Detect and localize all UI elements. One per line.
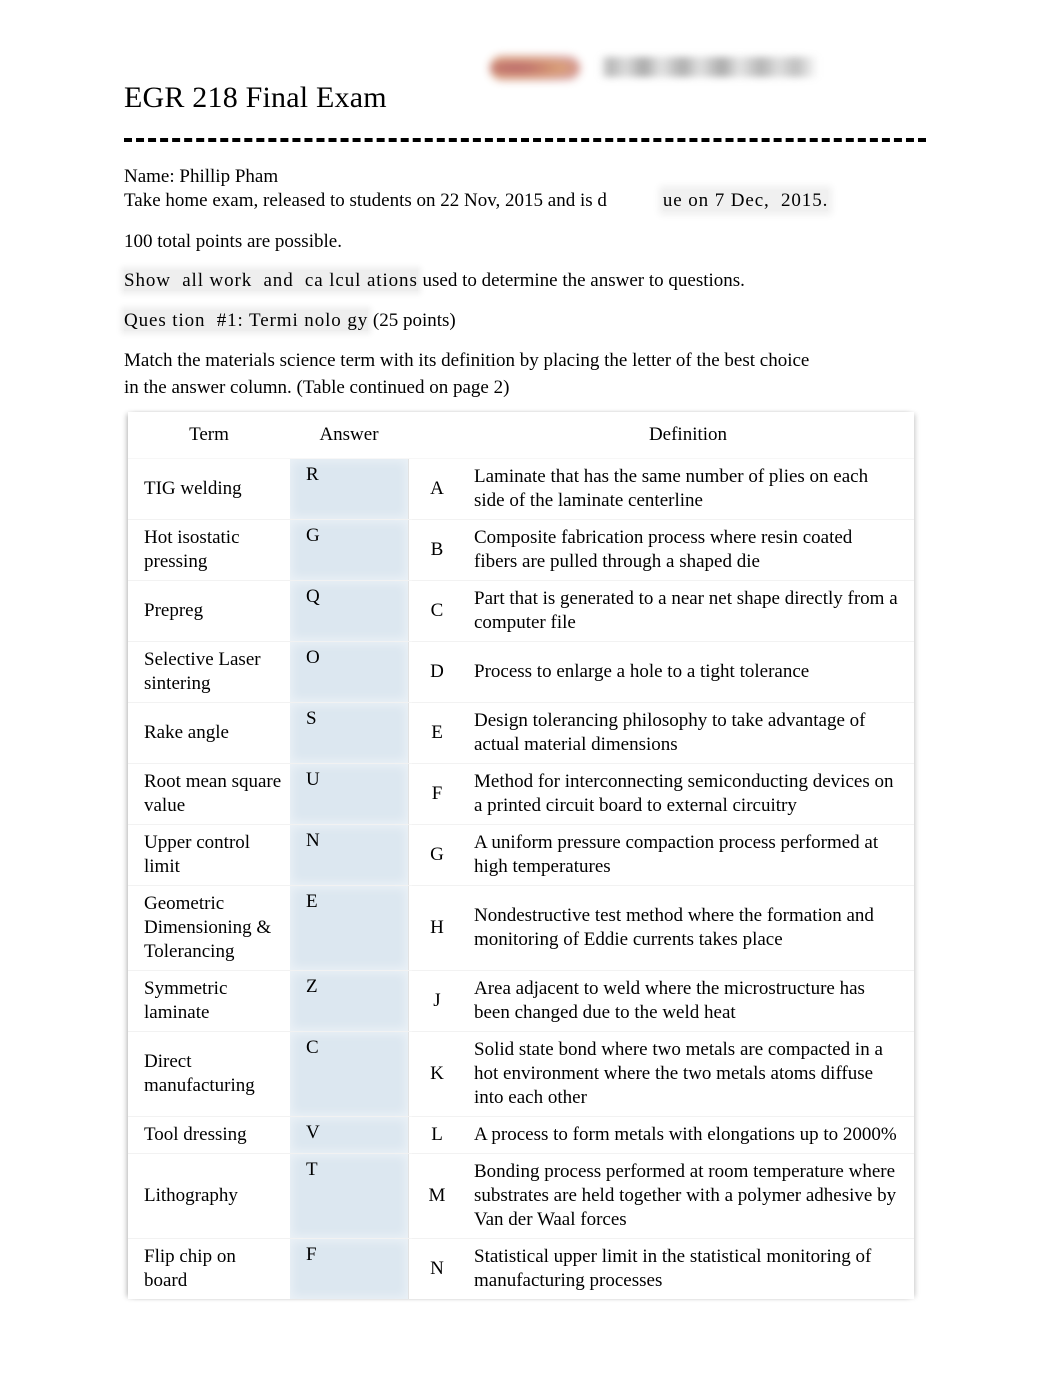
- table-row: Direct manufacturing C K Solid state bond w…: [128, 1031, 914, 1117]
- definition-cell: A uniform pressure compaction process pe…: [462, 824, 914, 886]
- due-date-text: ue on 7 Dec, 2015.: [662, 190, 829, 211]
- table-row: Selective Laser sintering O D Process to en…: [128, 641, 914, 703]
- take-home-line: Take home exam, released to students on …: [124, 188, 829, 214]
- definition-letter: M: [412, 1153, 462, 1239]
- definition-cell: A process to form metals with elongation…: [462, 1116, 914, 1154]
- take-home-text-first: Take home exam, released to students on …: [124, 190, 607, 211]
- term-cell: Geometric Dimensioning & Tolerancing: [128, 885, 290, 971]
- definition-cell: Part that is generated to a near net sha…: [462, 580, 914, 642]
- question-heading-points: (25 points): [368, 310, 456, 331]
- organization-logo: [490, 48, 825, 92]
- answer-cell[interactable]: T: [290, 1153, 408, 1239]
- column-header-letter: [412, 412, 462, 459]
- instructions-paragraph: Match the materials science term with it…: [124, 350, 810, 398]
- answer-cell[interactable]: O: [290, 641, 408, 703]
- show-work-remainder: used to determine the answer to question…: [417, 270, 745, 291]
- definition-cell: Bonding process performed at room temper…: [462, 1153, 914, 1239]
- term-cell: Hot isostatic pressing: [128, 519, 290, 581]
- definition-letter: E: [412, 702, 462, 764]
- table-row: Root mean square value U F Method for inter…: [128, 763, 914, 825]
- definition-cell: Nondestructive test method where the for…: [462, 885, 914, 971]
- column-header-definition: Definition: [462, 412, 914, 459]
- term-cell: Upper control limit: [128, 824, 290, 886]
- answer-cell[interactable]: U: [290, 763, 408, 825]
- table-row: Upper control limit N G A uniform pressure …: [128, 824, 914, 886]
- definition-letter: G: [412, 824, 462, 886]
- logo-mark-icon: [490, 56, 580, 80]
- term-cell: TIG welding: [128, 458, 290, 520]
- term-cell: Root mean square value: [128, 763, 290, 825]
- column-header-term: Term: [128, 412, 290, 459]
- table-row: Prepreg Q C Part that is generated to a nea…: [128, 580, 914, 642]
- page-title: EGR 218 Final Exam: [124, 81, 387, 114]
- total-points-line: 100 total points are possible.: [124, 231, 342, 252]
- term-cell: Lithography: [128, 1153, 290, 1239]
- table-row: Flip chip on board F N Statistical upper li…: [128, 1238, 914, 1299]
- column-header-answer: Answer: [290, 412, 408, 459]
- definition-cell: Design tolerancing philosophy to take ad…: [462, 702, 914, 764]
- question-heading-emphasis: Ques tion #1: Termi nolo gy: [124, 310, 369, 331]
- table-row: Tool dressing V L A process to form metals …: [128, 1116, 914, 1154]
- table-body: TIG welding R A Laminate that has the same …: [128, 458, 914, 1299]
- definition-cell: Composite fabrication process where resi…: [462, 519, 914, 581]
- definition-cell: Area adjacent to weld where the microstr…: [462, 970, 914, 1032]
- definition-letter: J: [412, 970, 462, 1032]
- term-cell: Tool dressing: [128, 1116, 290, 1154]
- definition-cell: Solid state bond where two metals are co…: [462, 1031, 914, 1117]
- definition-cell: Method for interconnecting semiconductin…: [462, 763, 914, 825]
- answer-cell[interactable]: F: [290, 1238, 408, 1299]
- term-cell: Selective Laser sintering: [128, 641, 290, 703]
- table-row: Rake angle S E Design tolerancing philosoph…: [128, 702, 914, 764]
- table-row: Lithography T M Bonding process performed a…: [128, 1153, 914, 1239]
- answer-cell[interactable]: N: [290, 824, 408, 886]
- table-row: TIG welding R A Laminate that has the same …: [128, 458, 914, 520]
- definition-letter: C: [412, 580, 462, 642]
- definition-letter: H: [412, 885, 462, 971]
- answer-cell[interactable]: V: [290, 1116, 408, 1154]
- definition-cell: Laminate that has the same number of pli…: [462, 458, 914, 520]
- definition-cell: Statistical upper limit in the statistic…: [474, 1246, 872, 1291]
- answer-cell[interactable]: G: [290, 519, 408, 581]
- table-header: Term Answer Definition: [128, 412, 914, 459]
- table-row: Geometric Dimensioning & Tolerancing E H No…: [128, 885, 914, 971]
- table-row: Symmetric laminate Z J Area adjacent to wel…: [128, 970, 914, 1032]
- answer-cell[interactable]: S: [290, 702, 408, 764]
- answer-cell[interactable]: E: [290, 885, 408, 971]
- terminology-matching-table: Term Answer Definition TIG welding R A Lami…: [128, 412, 914, 1299]
- show-work-line: Show all work and ca lcul ations used to…: [124, 268, 745, 294]
- table-row: Hot isostatic pressing G B Composite fabric…: [128, 519, 914, 581]
- term-cell: Direct manufacturing: [128, 1031, 290, 1117]
- definition-letter: F: [412, 763, 462, 825]
- student-name-line: Name: Phillip Pham: [124, 166, 279, 187]
- definition-letter: K: [412, 1031, 462, 1117]
- term-cell: Rake angle: [128, 702, 290, 764]
- term-cell: Symmetric laminate: [128, 970, 290, 1032]
- table-header-row: Term Answer Definition: [128, 412, 914, 459]
- term-cell: Flip chip on board: [144, 1246, 236, 1291]
- document-page: EGR 218 Final Exam Name: Phillip Pham Ta…: [0, 0, 1062, 1377]
- answer-cell[interactable]: C: [290, 1031, 408, 1117]
- answer-cell[interactable]: Q: [290, 580, 408, 642]
- definition-letter: D: [412, 641, 462, 703]
- show-work-emphasis: Show all work and ca lcul ations: [124, 270, 418, 291]
- question-heading: Ques tion #1: Termi nolo gy (25 points): [124, 308, 456, 334]
- definition-letter: B: [412, 519, 462, 581]
- logo-wordmark-icon: [600, 57, 818, 77]
- definition-letter: L: [412, 1116, 462, 1154]
- header-divider: [124, 138, 926, 142]
- definition-cell: Process to enlarge a hole to a tight tol…: [462, 641, 914, 703]
- definition-letter: N: [430, 1258, 444, 1279]
- answer-cell[interactable]: R: [290, 458, 408, 520]
- definition-letter: A: [412, 458, 462, 520]
- answer-cell[interactable]: Z: [290, 970, 408, 1032]
- term-cell: Prepreg: [128, 580, 290, 642]
